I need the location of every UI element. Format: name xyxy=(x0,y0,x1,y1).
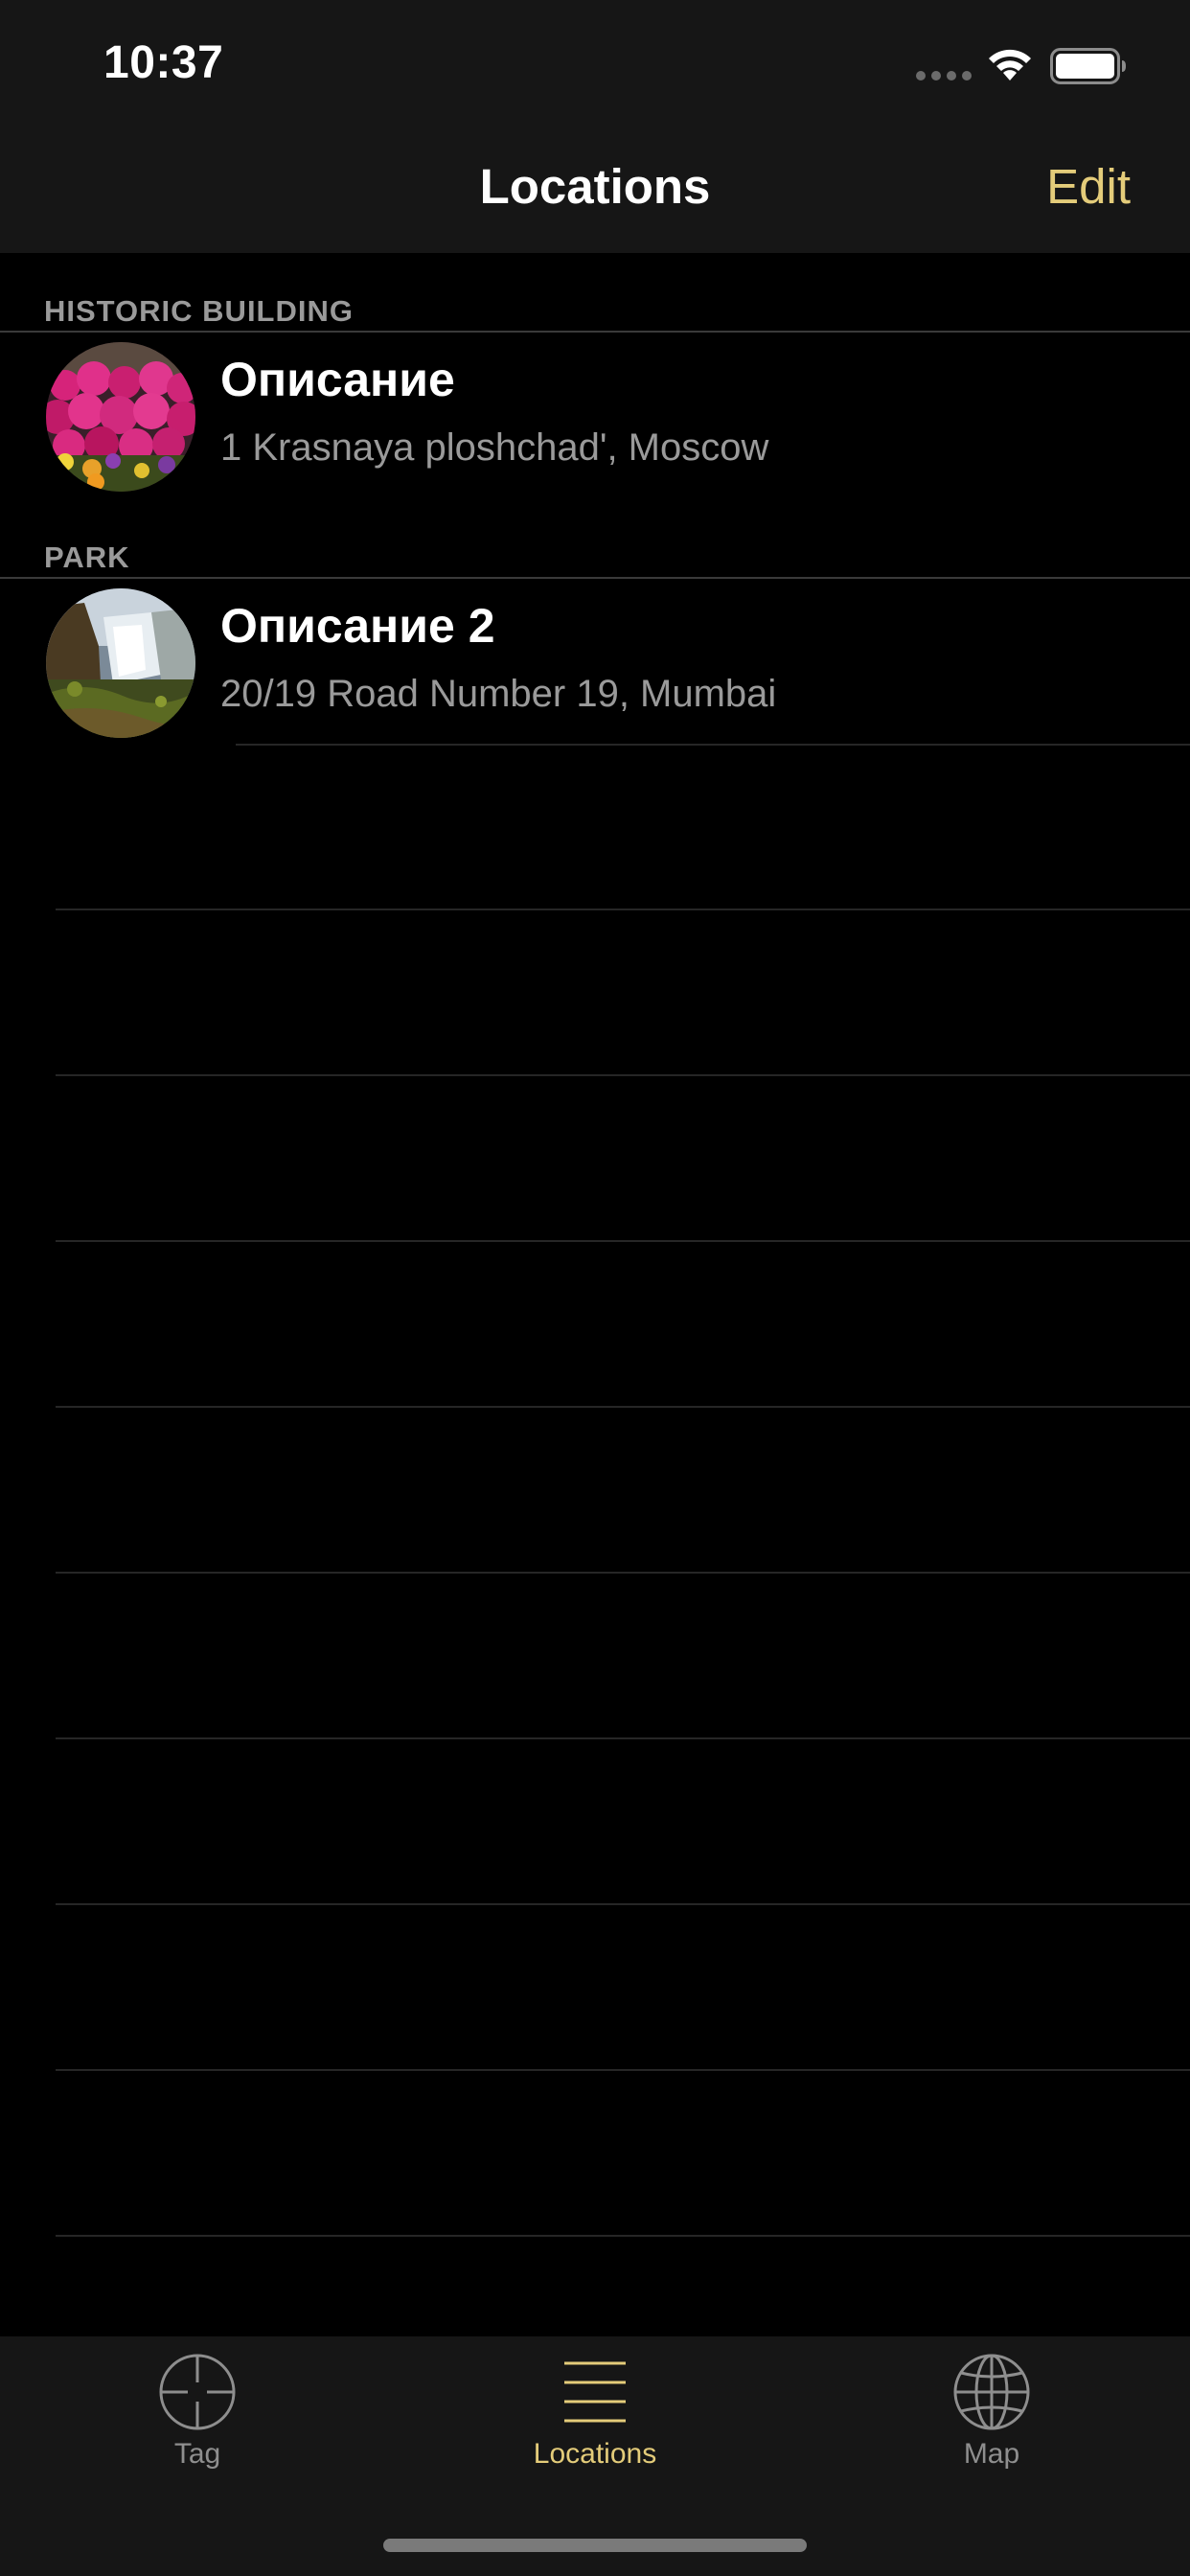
flowers-photo-icon xyxy=(46,342,195,492)
globe-icon xyxy=(953,2354,1030,2430)
flowers-thumbnail xyxy=(46,342,195,492)
cellular-signal-icon xyxy=(916,71,972,80)
tab-label: Locations xyxy=(533,2438,657,2470)
battery-icon xyxy=(1050,48,1126,84)
row-separator xyxy=(56,1572,1190,1574)
section-header-park: PARK xyxy=(44,540,130,574)
crosshair-icon xyxy=(159,2354,236,2430)
row-separator xyxy=(56,1240,1190,1242)
row-separator xyxy=(56,2235,1190,2237)
wifi-icon xyxy=(989,49,1031,80)
tab-tag[interactable]: Tag xyxy=(54,2336,341,2480)
edit-button[interactable]: Edit xyxy=(1046,158,1131,215)
row-separator xyxy=(56,908,1190,910)
list-icon xyxy=(564,2361,626,2423)
location-address: 1 Krasnaya ploshchad', Moscow xyxy=(220,426,769,469)
waterfall-photo-icon xyxy=(46,588,195,738)
page-title: Locations xyxy=(479,159,711,214)
row-separator xyxy=(56,1406,1190,1408)
location-address: 20/19 Road Number 19, Mumbai xyxy=(220,673,777,715)
location-title: Описание 2 xyxy=(220,599,495,653)
location-row[interactable]: Описание 2 20/19 Road Number 19, Mumbai xyxy=(0,579,1190,744)
row-separator xyxy=(236,744,1190,746)
row-separator xyxy=(56,1074,1190,1076)
top-bar: 10:37 Locations Edit xyxy=(0,0,1190,253)
waterfall-thumbnail xyxy=(46,588,195,738)
tab-map[interactable]: Map xyxy=(848,2336,1135,2480)
tab-label: Tag xyxy=(173,2438,221,2470)
tab-locations[interactable]: Locations xyxy=(451,2336,739,2480)
row-separator xyxy=(56,1737,1190,1739)
location-row[interactable]: Описание 1 Krasnaya ploshchad', Moscow xyxy=(0,333,1190,497)
home-indicator[interactable] xyxy=(383,2539,807,2552)
status-time: 10:37 xyxy=(103,37,224,88)
location-title: Описание xyxy=(220,353,455,406)
section-header-historic-building: HISTORIC BUILDING xyxy=(44,294,354,328)
row-separator xyxy=(56,2069,1190,2071)
row-separator xyxy=(56,1903,1190,1905)
tab-label: Map xyxy=(963,2438,1020,2470)
